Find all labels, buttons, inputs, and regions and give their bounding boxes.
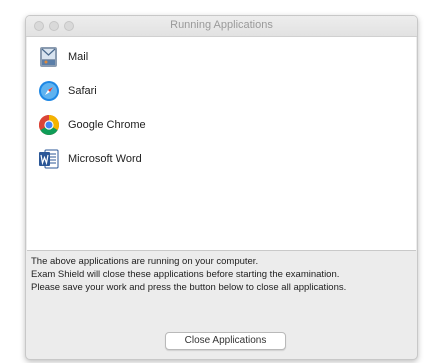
list-item-label: Mail (68, 51, 89, 63)
window-titlebar[interactable]: Running Applications (26, 16, 417, 37)
chrome-icon (38, 114, 60, 136)
word-icon (38, 148, 60, 170)
mail-icon (38, 46, 60, 68)
info-message: The above applications are running on yo… (31, 255, 415, 294)
list-item-label: Safari (68, 85, 97, 97)
list-item-mail[interactable]: Mail (27, 43, 416, 73)
window-title: Running Applications (170, 19, 273, 31)
list-item-label: Google Chrome (68, 119, 146, 131)
running-applications-window: Running Applications Mail Safari Google … (25, 15, 418, 360)
info-message-line: The above applications are running on yo… (31, 256, 259, 267)
list-item-google-chrome[interactable]: Google Chrome (27, 111, 416, 141)
info-message-line: Please save your work and press the butt… (31, 282, 347, 293)
list-item-safari[interactable]: Safari (27, 77, 416, 107)
applications-list: Mail Safari Google Chrome Microsoft Word (27, 37, 416, 251)
close-applications-button[interactable]: Close Applications (165, 332, 286, 350)
list-item-microsoft-word[interactable]: Microsoft Word (27, 145, 416, 175)
info-message-line: Exam Shield will close these application… (31, 269, 340, 280)
safari-icon (38, 80, 60, 102)
list-item-label: Microsoft Word (68, 153, 142, 165)
